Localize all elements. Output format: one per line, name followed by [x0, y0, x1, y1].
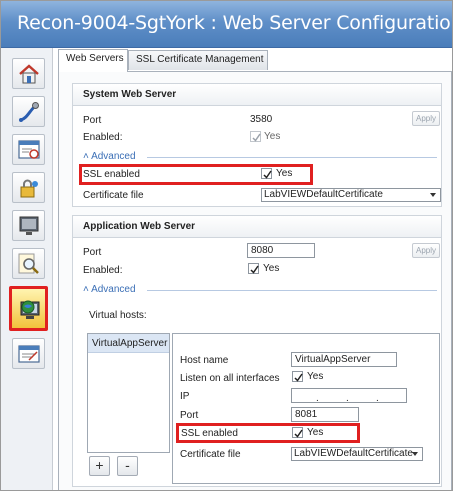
tab-ssl-certificate-management[interactable]: SSL Certificate Management — [128, 50, 268, 70]
enabled-label: Enabled: — [83, 265, 123, 276]
ssl-enabled-checkbox[interactable] — [261, 168, 272, 179]
enabled-checkbox[interactable] — [248, 263, 259, 274]
certificate-file-value: LabVIEWDefaultCertificate — [264, 189, 383, 200]
sidebar-item-display[interactable] — [12, 210, 45, 241]
remove-host-button[interactable]: - — [117, 456, 138, 476]
connector-icon — [19, 102, 39, 122]
listen-all-label: Listen on all interfaces — [180, 373, 280, 384]
ssl-enabled-value: Yes — [307, 427, 324, 438]
enabled-value: Yes — [264, 131, 281, 142]
sidebar-item-web-server[interactable] — [9, 286, 48, 331]
ip-separator: . — [346, 393, 349, 403]
ssl-enabled-checkbox[interactable] — [292, 427, 303, 438]
settings-window-icon — [18, 345, 40, 363]
advanced-divider — [147, 290, 437, 291]
sidebar-item-time[interactable] — [12, 134, 45, 165]
sidebar-item-security[interactable] — [12, 172, 45, 203]
advanced-toggle[interactable]: ˄ Advanced — [83, 151, 136, 162]
checkmark-icon — [252, 133, 261, 142]
sidebar — [1, 48, 53, 490]
host-name-label: Host name — [180, 355, 229, 366]
home-icon — [19, 64, 39, 84]
port-value: 3580 — [250, 114, 273, 125]
port-label: Port — [83, 115, 102, 126]
schedule-icon — [18, 140, 40, 159]
virtual-host-details: Host name VirtualAppServer Listen on all… — [172, 333, 440, 484]
title-bar: Recon-9004-SgtYork : Web Server Configur… — [1, 1, 452, 48]
search-icon — [18, 253, 39, 274]
port-label: Port — [83, 247, 102, 258]
sidebar-item-search[interactable] — [12, 248, 45, 279]
apply-button[interactable]: Apply — [412, 243, 440, 258]
tab-label: SSL Certificate Management — [136, 54, 264, 65]
advanced-label: Advanced — [91, 151, 136, 162]
certificate-file-dropdown[interactable]: LabVIEWDefaultCertificate — [291, 447, 423, 461]
ssl-enabled-label: SSL enabled — [181, 428, 238, 439]
checkmark-icon — [294, 429, 303, 438]
chevron-down-icon — [430, 193, 436, 197]
enabled-checkbox[interactable] — [250, 131, 261, 142]
system-web-server-panel: System Web Server Port 3580 Apply Enable… — [72, 83, 442, 207]
listen-all-value: Yes — [307, 371, 324, 382]
lock-icon — [20, 179, 38, 198]
ssl-enabled-label: SSL enabled — [83, 169, 140, 180]
application-web-server-panel: Application Web Server Port 8080 Apply E… — [72, 215, 442, 487]
web-server-icon — [20, 300, 40, 319]
enabled-value: Yes — [263, 263, 280, 274]
sidebar-item-settings[interactable] — [12, 338, 45, 369]
checkmark-icon — [294, 373, 303, 382]
chevron-down-icon — [412, 452, 418, 456]
ip-separator: . — [376, 393, 379, 403]
advanced-label: Advanced — [91, 284, 136, 295]
apply-button[interactable]: Apply — [412, 111, 440, 126]
checkmark-icon — [250, 265, 259, 274]
list-item[interactable]: VirtualAppServer — [88, 334, 169, 353]
certificate-file-label: Certificate file — [83, 190, 144, 201]
advanced-divider — [147, 157, 437, 158]
port-input[interactable]: 8080 — [247, 243, 315, 258]
certificate-file-value: LabVIEWDefaultCertificate — [294, 448, 413, 459]
window-title: Recon-9004-SgtYork : Web Server Configur… — [17, 12, 453, 34]
tab-content: System Web Server Port 3580 Apply Enable… — [58, 71, 452, 490]
checkmark-icon — [263, 170, 272, 179]
system-web-server-header: System Web Server — [73, 84, 441, 106]
tab-web-servers[interactable]: Web Servers — [58, 49, 128, 72]
monitor-icon — [19, 216, 39, 235]
add-host-button[interactable]: + — [89, 456, 110, 476]
certificate-file-dropdown[interactable]: LabVIEWDefaultCertificate — [261, 188, 441, 202]
host-name-input[interactable]: VirtualAppServer — [291, 352, 397, 367]
ip-input[interactable]: . . . — [291, 388, 407, 403]
application-web-server-header: Application Web Server — [73, 216, 441, 238]
listen-all-checkbox[interactable] — [292, 371, 303, 382]
certificate-file-label: Certificate file — [180, 449, 241, 460]
virtual-hosts-label: Virtual hosts: — [89, 310, 147, 321]
tab-label: Web Servers — [66, 53, 124, 64]
enabled-label: Enabled: — [83, 132, 123, 143]
ssl-enabled-value: Yes — [276, 168, 293, 179]
host-port-value: 8081 — [295, 409, 318, 420]
host-name-value: VirtualAppServer — [295, 354, 371, 365]
sidebar-item-network[interactable] — [12, 96, 45, 127]
virtual-hosts-list: VirtualAppServer — [87, 333, 170, 453]
app-window: Recon-9004-SgtYork : Web Server Configur… — [0, 0, 453, 491]
host-port-input[interactable]: 8081 — [291, 407, 359, 422]
ip-separator: . — [316, 393, 319, 403]
ip-label: IP — [180, 391, 190, 402]
sidebar-item-home[interactable] — [12, 58, 45, 89]
port-input-value: 8080 — [251, 245, 274, 256]
host-port-label: Port — [180, 410, 199, 421]
advanced-toggle[interactable]: ˄ Advanced — [83, 284, 136, 295]
